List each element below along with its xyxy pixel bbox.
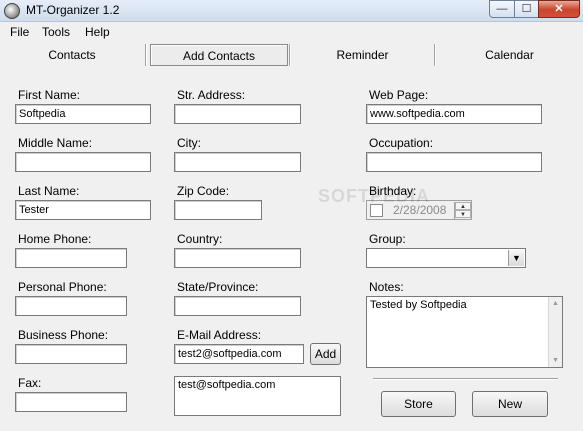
street-address-label: Str. Address:: [177, 88, 246, 102]
divider: [373, 378, 558, 380]
email-label: E-Mail Address:: [177, 328, 262, 342]
email-field[interactable]: test2@softpedia.com: [174, 344, 304, 364]
last-name-label: Last Name:: [18, 184, 80, 198]
fax-field[interactable]: [15, 392, 127, 412]
notes-scrollbar[interactable]: ▲ ▼: [548, 297, 562, 367]
web-page-label: Web Page:: [369, 88, 429, 102]
notes-text: Tested by Softpedia: [370, 299, 467, 311]
add-email-button[interactable]: Add: [310, 343, 341, 365]
business-phone-field[interactable]: [15, 344, 127, 364]
notes-field[interactable]: Tested by Softpedia ▲ ▼: [366, 296, 563, 368]
first-name-field[interactable]: Softpedia: [15, 104, 151, 124]
tab-reminder[interactable]: Reminder: [290, 44, 435, 66]
middle-name-field[interactable]: [15, 152, 151, 172]
close-button[interactable]: ✕: [538, 0, 580, 18]
occupation-label: Occupation:: [369, 136, 434, 150]
scroll-up-icon[interactable]: ▲: [549, 297, 562, 310]
street-address-field[interactable]: [174, 104, 301, 124]
group-dropdown[interactable]: ▼: [366, 248, 526, 268]
web-page-field[interactable]: www.softpedia.com: [366, 104, 542, 124]
add-contacts-panel: First Name: Softpedia Middle Name: Last …: [4, 68, 579, 429]
zip-code-label: Zip Code:: [177, 184, 230, 198]
tab-calendar[interactable]: Calendar: [436, 44, 583, 66]
tab-contacts[interactable]: Contacts: [0, 44, 144, 66]
spin-up-icon[interactable]: ▲: [455, 202, 471, 210]
middle-name-label: Middle Name:: [18, 136, 93, 150]
minimize-button[interactable]: —: [489, 0, 515, 18]
business-phone-label: Business Phone:: [18, 328, 109, 342]
country-field[interactable]: [174, 248, 301, 268]
chevron-down-icon[interactable]: ▼: [508, 250, 524, 266]
maximize-button[interactable]: ☐: [514, 0, 539, 18]
scroll-down-icon[interactable]: ▼: [549, 354, 562, 367]
email-list-item[interactable]: test@softpedia.com: [178, 379, 337, 391]
app-icon: [4, 3, 20, 19]
state-label: State/Province:: [177, 280, 259, 294]
email-list[interactable]: test@softpedia.com: [174, 376, 341, 416]
birthday-spinner[interactable]: ▲ ▼: [454, 202, 471, 219]
country-label: Country:: [177, 232, 223, 246]
first-name-label: First Name:: [18, 88, 81, 102]
group-label: Group:: [369, 232, 406, 246]
window-title: MT-Organizer 1.2: [26, 3, 120, 17]
store-button[interactable]: Store: [381, 391, 456, 417]
occupation-field[interactable]: [366, 152, 542, 172]
app-window: MT-Organizer 1.2 — ☐ ✕ File Tools Help C…: [0, 0, 583, 431]
spin-down-icon[interactable]: ▼: [455, 210, 471, 218]
menu-tools[interactable]: Tools: [42, 25, 70, 39]
home-phone-field[interactable]: [15, 248, 127, 268]
title-bar: MT-Organizer 1.2 — ☐ ✕: [0, 0, 583, 22]
last-name-field[interactable]: Tester: [15, 200, 151, 220]
notes-label: Notes:: [369, 280, 404, 294]
city-field[interactable]: [174, 152, 301, 172]
menu-bar: File Tools Help: [0, 23, 583, 42]
personal-phone-label: Personal Phone:: [18, 280, 107, 294]
menu-help[interactable]: Help: [85, 25, 110, 39]
home-phone-label: Home Phone:: [18, 232, 92, 246]
new-button[interactable]: New: [472, 391, 548, 417]
personal-phone-field[interactable]: [15, 296, 127, 316]
fax-label: Fax:: [18, 376, 42, 390]
tab-separator: [145, 44, 147, 66]
menu-file[interactable]: File: [10, 25, 29, 39]
zip-code-field[interactable]: [174, 200, 262, 220]
city-label: City:: [177, 136, 201, 150]
softpedia-watermark: SOFTPEDIA: [318, 186, 431, 206]
state-field[interactable]: [174, 296, 301, 316]
tab-add-contacts[interactable]: Add Contacts: [150, 44, 288, 66]
